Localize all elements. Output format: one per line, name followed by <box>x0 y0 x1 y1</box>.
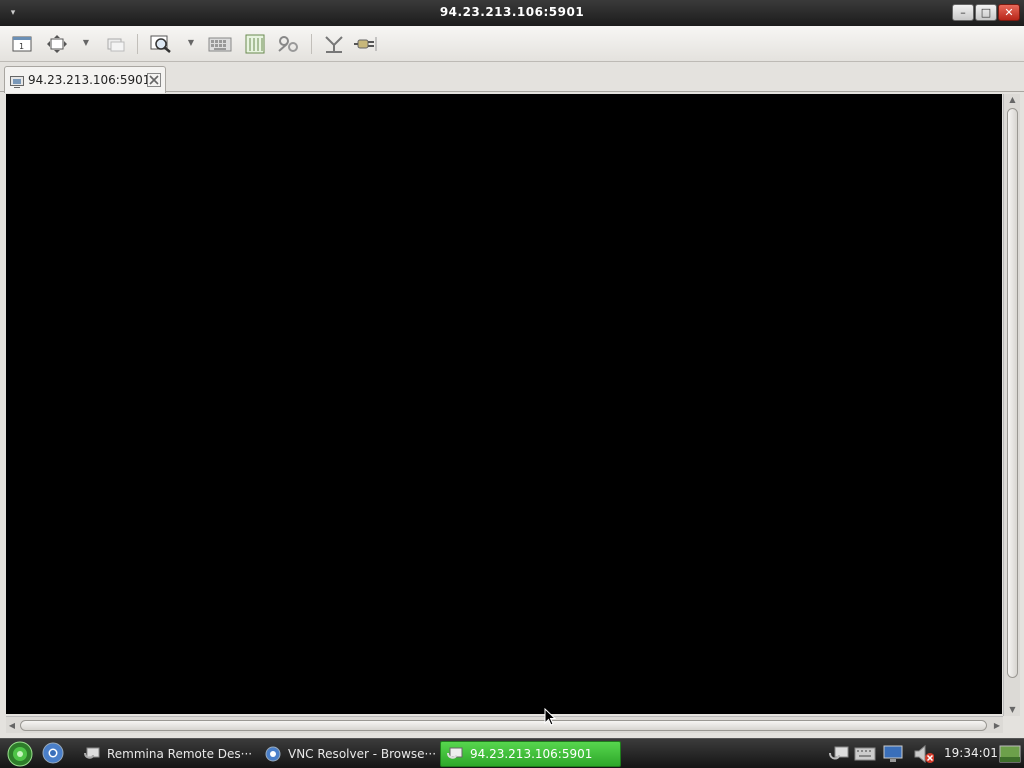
scroll-up-icon[interactable]: ▲ <box>1004 94 1021 106</box>
window-controls: – □ ✕ <box>952 4 1020 21</box>
mouse-cursor-icon <box>544 707 557 726</box>
scroll-left-icon[interactable]: ◀ <box>6 717 18 734</box>
chevron-down-icon[interactable]: ▼ <box>81 38 91 48</box>
connection-tab[interactable]: 94.23.213.106:5901 <box>4 66 166 93</box>
taskbar-item[interactable]: VNC Resolver - Browse··· <box>259 741 439 767</box>
auto-fit-icon[interactable] <box>45 34 69 54</box>
zoom-icon[interactable] <box>149 34 173 54</box>
start-menu-button[interactable] <box>4 740 36 768</box>
maximize-button[interactable]: □ <box>975 4 997 21</box>
scroll-right-icon[interactable]: ▶ <box>991 717 1003 734</box>
minimize-tab-icon[interactable] <box>104 34 128 54</box>
taskbar-item-label: VNC Resolver - Browse··· <box>288 747 437 761</box>
taskbar-item-label: 94.23.213.106:5901 <box>470 747 593 761</box>
tab-strip: 94.23.213.106:5901 <box>0 62 1024 93</box>
taskbar: Remmina Remote Des··· VNC Resolver - Bro… <box>0 738 1024 768</box>
grab-keyboard-icon[interactable] <box>208 34 232 54</box>
taskbar-item[interactable]: Remmina Remote Des··· <box>78 741 256 767</box>
remmina-icon <box>84 746 100 762</box>
show-desktop-icon[interactable] <box>998 744 1022 764</box>
horizontal-scrollbar[interactable]: ◀ ▶ <box>6 716 1003 733</box>
title-bar[interactable]: ▾ 94.23.213.106:5901 – □ ✕ <box>0 0 1024 26</box>
screenshot-icon[interactable] <box>322 34 346 54</box>
close-tab-icon[interactable] <box>147 72 161 87</box>
chevron-down-icon[interactable]: ▼ <box>186 38 196 48</box>
network-icon[interactable] <box>828 744 850 764</box>
keyboard-icon[interactable] <box>854 744 876 764</box>
taskbar-item-active[interactable]: 94.23.213.106:5901 <box>440 741 621 767</box>
svg-text:1: 1 <box>19 42 24 51</box>
remote-desktop-icon <box>10 73 24 88</box>
preferences-icon[interactable] <box>243 34 267 54</box>
tab-label: 94.23.213.106:5901 <box>28 73 151 87</box>
taskbar-item-label: Remmina Remote Des··· <box>107 747 253 761</box>
display-icon[interactable] <box>882 744 904 764</box>
remmina-icon <box>447 746 463 762</box>
horizontal-scroll-thumb[interactable] <box>20 720 987 731</box>
toolbar-separator <box>137 34 138 54</box>
window-title: 94.23.213.106:5901 <box>439 5 585 19</box>
toolbar-separator <box>311 34 312 54</box>
vertical-scrollbar[interactable]: ▲ ▼ <box>1003 94 1020 716</box>
chromium-launcher-icon[interactable] <box>42 742 64 764</box>
toolbar: 1 ▼ ▼ <box>0 26 1024 62</box>
clock: 19:34:01 <box>944 746 998 760</box>
minimize-button[interactable]: – <box>952 4 974 21</box>
tools-icon[interactable] <box>277 34 301 54</box>
scroll-down-icon[interactable]: ▼ <box>1004 704 1021 716</box>
disconnect-icon[interactable] <box>353 34 377 54</box>
remote-display[interactable] <box>6 94 1002 714</box>
volume-muted-icon[interactable] <box>912 744 934 764</box>
fullscreen-icon[interactable]: 1 <box>10 34 34 54</box>
vertical-scroll-thumb[interactable] <box>1007 108 1018 678</box>
chromium-icon <box>265 746 281 762</box>
close-button[interactable]: ✕ <box>998 4 1020 21</box>
